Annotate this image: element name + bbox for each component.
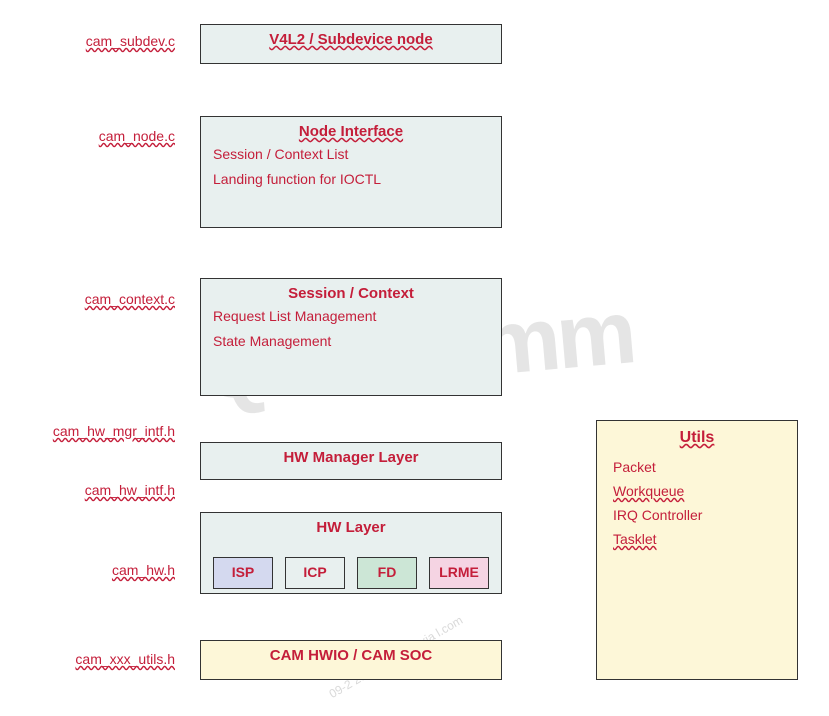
box-subdev: V4L2 / Subdevice node [200,24,502,64]
box-context-line1: Request List Management [201,302,501,331]
box-hw-layer: HW Layer ISP ICP FD LRME [200,512,502,594]
utils-item-0: Packet [597,455,797,479]
label-context: cam_context.c [55,291,175,307]
box-hw-layer-title: HW Layer [201,519,501,536]
box-hw-mgr: HW Manager Layer [200,442,502,480]
label-hw-mgr-intf: cam_hw_mgr_intf.h [30,423,175,439]
hw-icp: ICP [285,557,345,589]
label-hw-intf: cam_hw_intf.h [55,482,175,498]
label-hw: cam_hw.h [55,562,175,578]
hw-lrme: LRME [429,557,489,589]
box-node-title: Node Interface [201,123,501,140]
utils-item-1: Workqueue [597,479,700,503]
label-xxx-utils: cam_xxx_utils.h [55,651,175,667]
box-subdev-title: V4L2 / Subdevice node [201,31,501,48]
box-node-line2: Landing function for IOCTL [201,169,501,194]
box-context-line2: State Management [201,331,501,356]
hw-isp: ISP [213,557,273,589]
box-node-line1: Session / Context List [201,140,501,169]
box-utils: Utils Packet Workqueue IRQ Controller Ta… [596,420,798,680]
box-hwio-title: CAM HWIO / CAM SOC [201,647,501,664]
box-context: Session / Context Request List Managemen… [200,278,502,396]
label-subdev: cam_subdev.c [55,33,175,49]
utils-item-3: Tasklet [597,527,673,551]
box-hw-mgr-title: HW Manager Layer [201,449,501,466]
utils-item-2: IRQ Controller [597,503,797,527]
label-node: cam_node.c [55,128,175,144]
hw-fd: FD [357,557,417,589]
box-hwio: CAM HWIO / CAM SOC [200,640,502,680]
box-context-title: Session / Context [201,285,501,302]
utils-title: Utils [597,429,797,447]
box-node: Node Interface Session / Context List La… [200,116,502,228]
